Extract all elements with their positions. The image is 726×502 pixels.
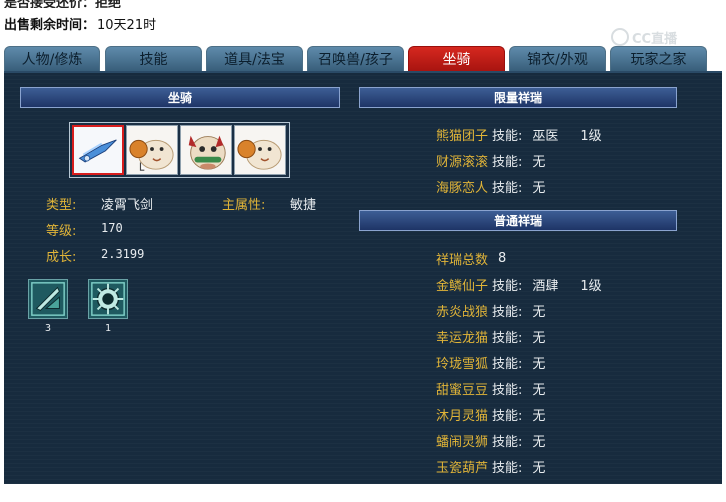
mount-panel: 坐骑 类型: 凌霄飞剑 主属性: 敏捷 等级: 170 成长: 2.3199 3… (4, 71, 722, 484)
type-value: 凌霄飞剑 (101, 198, 154, 213)
normal-item-name: 玉瓷葫芦 (435, 460, 488, 476)
sheep-mount-icon (235, 126, 285, 174)
skill-label: 技能: (492, 128, 523, 144)
skill-label: 技能: (492, 408, 523, 424)
tab-summons[interactable]: 召唤兽/孩子 (307, 46, 404, 71)
skill-label: 技能: (492, 330, 523, 346)
skill-value: 巫医 (532, 128, 559, 144)
skill-value: 无 (532, 460, 546, 476)
skill-value: 无 (532, 356, 546, 372)
tab-mount[interactable]: 坐骑 (408, 46, 505, 71)
sale-time-value: 10天21时 (97, 18, 157, 33)
list-item: 玉瓷葫芦 技能: 无 (420, 453, 566, 479)
mount-skill-1-count: 3 (44, 323, 52, 334)
list-item: 甜蜜豆豆 技能: 无 (420, 375, 566, 401)
skill-label: 技能: (492, 356, 523, 372)
growth-value: 2.3199 (101, 247, 145, 261)
list-item: 金鳞仙子 技能: 酒肆 1级 (420, 271, 602, 297)
sheep-mount-icon (127, 126, 177, 174)
skill-level: 1级 (580, 128, 602, 144)
skill-value: 无 (532, 180, 546, 196)
skill-value: 无 (532, 330, 546, 346)
skill-value: 无 (532, 434, 546, 450)
skill-label: 技能: (492, 460, 523, 476)
limited-item-name: 财源滚滚 (435, 154, 488, 170)
level-value: 170 (101, 221, 123, 235)
type-value-wrap: 凌霄飞剑 (101, 194, 153, 213)
mount-slot-4[interactable] (234, 125, 286, 175)
list-item: 海豚恋人 技能: 无 (420, 173, 566, 199)
gear-sun-skill-icon (89, 280, 127, 318)
skill-label: 技能: (492, 154, 523, 170)
mount-slot-2[interactable] (126, 125, 178, 175)
limited-item-name: 海豚恋人 (435, 180, 488, 196)
normal-section-header: 普通祥瑞 (359, 210, 677, 231)
sale-time-label: 出售剩余时间： (4, 18, 96, 33)
cc-logo-icon (611, 28, 629, 46)
level-row: 等级: (46, 220, 76, 239)
skill-label: 技能: (492, 278, 523, 294)
normal-item-name: 沐月灵猫 (435, 408, 488, 424)
list-item: 蟠闹灵狮 技能: 无 (420, 427, 566, 453)
tab-character[interactable]: 人物/修炼 (4, 46, 100, 71)
watermark-text: CC直播 (632, 31, 678, 47)
attr-value-wrap: 敏捷 (290, 194, 316, 213)
list-item: 财源滚滚 技能: 无 (420, 147, 566, 173)
list-item: 玲珑雪狐 技能: 无 (420, 349, 566, 375)
mount-slot-3[interactable] (180, 125, 232, 175)
total-row: 祥瑞总数 8 (420, 245, 506, 271)
skill-value: 无 (532, 304, 546, 320)
list-item: 幸运龙猫 技能: 无 (420, 323, 566, 349)
tab-appearance[interactable]: 锦衣/外观 (509, 46, 606, 71)
type-row: 类型: (46, 194, 76, 213)
limited-item-name: 熊猫团子 (435, 128, 488, 144)
normal-item-name: 甜蜜豆豆 (435, 382, 488, 398)
mount-slot-box (69, 122, 290, 178)
list-item: 沐月灵猫 技能: 无 (420, 401, 566, 427)
skill-label: 技能: (492, 382, 523, 398)
tab-home[interactable]: 玩家之家 (610, 46, 707, 71)
tab-skills[interactable]: 技能 (105, 46, 202, 71)
skill-value: 无 (532, 154, 546, 170)
total-label: 祥瑞总数 (435, 252, 488, 268)
total-value: 8 (498, 250, 507, 266)
type-label: 类型: (46, 198, 77, 213)
growth-row: 成长: (46, 246, 76, 265)
blade-rune-skill-icon (29, 280, 67, 318)
skill-label: 技能: (492, 434, 523, 450)
mount-skill-1[interactable] (28, 279, 68, 319)
watermark-logo: CC直播 (611, 26, 711, 48)
normal-item-name: 金鳞仙子 (435, 278, 488, 294)
attr-label: 主属性: (222, 198, 266, 213)
growth-value-wrap: 2.3199 (101, 247, 144, 262)
skill-value: 酒肆 (532, 278, 559, 294)
normal-item-name: 赤炎战狼 (435, 304, 488, 320)
tab-bar: 人物/修炼 技能 道具/法宝 召唤兽/孩子 坐骑 锦衣/外观 玩家之家 (4, 46, 722, 71)
normal-item-name: 幸运龙猫 (435, 330, 488, 346)
skill-value: 无 (532, 382, 546, 398)
skill-value: 无 (532, 408, 546, 424)
top-cut-text: 是否接受还价：拒绝 (4, 0, 122, 8)
limited-section-header: 限量祥瑞 (359, 87, 677, 108)
skill-label: 技能: (492, 180, 523, 196)
flying-sword-mount-icon (74, 127, 122, 173)
skill-label: 技能: (492, 304, 523, 320)
tab-items[interactable]: 道具/法宝 (206, 46, 303, 71)
list-item: 赤炎战狼 技能: 无 (420, 297, 566, 323)
attr-row: 主属性: (222, 194, 265, 213)
normal-item-name: 蟠闹灵狮 (435, 434, 488, 450)
mount-section-header: 坐骑 (20, 87, 340, 108)
mount-skill-2-count: 1 (104, 323, 112, 334)
normal-item-name: 玲珑雪狐 (435, 356, 488, 372)
horse-mount-icon (181, 126, 231, 174)
mount-skill-2[interactable] (88, 279, 128, 319)
level-label: 等级: (46, 224, 77, 239)
attr-value: 敏捷 (290, 198, 317, 213)
mount-slot-1[interactable] (72, 125, 124, 175)
list-item: 熊猫团子 技能: 巫医 1级 (420, 121, 602, 147)
sale-time-row: 出售剩余时间： 10天21时 (4, 14, 156, 33)
growth-label: 成长: (46, 250, 77, 265)
skill-level: 1级 (580, 278, 602, 294)
level-value-wrap: 170 (101, 221, 123, 236)
